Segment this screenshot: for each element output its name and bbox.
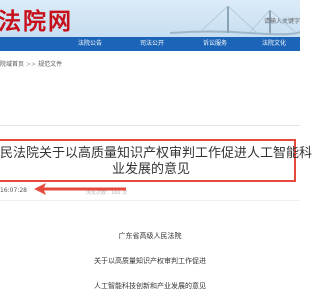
breadcrumb-current[interactable]: 规范文件 — [38, 61, 62, 68]
breadcrumb: 院域首页 >> 规范文件 — [0, 61, 62, 69]
publish-time: 16:07:28 — [0, 187, 27, 194]
content-divider — [0, 125, 300, 126]
meta-divider — [0, 200, 300, 201]
breadcrumb-home[interactable]: 院域首页 — [0, 61, 24, 68]
article-body-line: 关于以高质量知识产权审判工作促进 — [94, 257, 206, 265]
article-title-line2: 业发展的意见 — [112, 162, 191, 177]
nav-item-4[interactable]: 诉讼服务 — [203, 37, 227, 51]
red-arrow-icon — [34, 183, 126, 195]
article-body-line: 人工智能科技创新和产业发展的意见 — [94, 282, 206, 290]
nav-item-3[interactable]: 司法公开 — [140, 37, 164, 51]
main-navigation: 法院公告 司法公开 诉讼服务 法院文化 — [0, 37, 300, 51]
article-issuer: 广东省高级人民法院 — [118, 232, 182, 240]
nav-item-5[interactable]: 法院文化 — [262, 37, 286, 51]
header-search-hint: 请输入关键字 — [264, 18, 300, 25]
site-title: 法院网 — [0, 8, 73, 35]
article-title-line1: 民法院关于以高质量知识产权审判工作促进人工智能科 — [0, 146, 313, 161]
nav-item-2[interactable]: 法院公告 — [78, 37, 102, 51]
site-header-banner: 法院网 请输入关键字 — [0, 0, 300, 37]
breadcrumb-separator: >> — [26, 61, 37, 68]
